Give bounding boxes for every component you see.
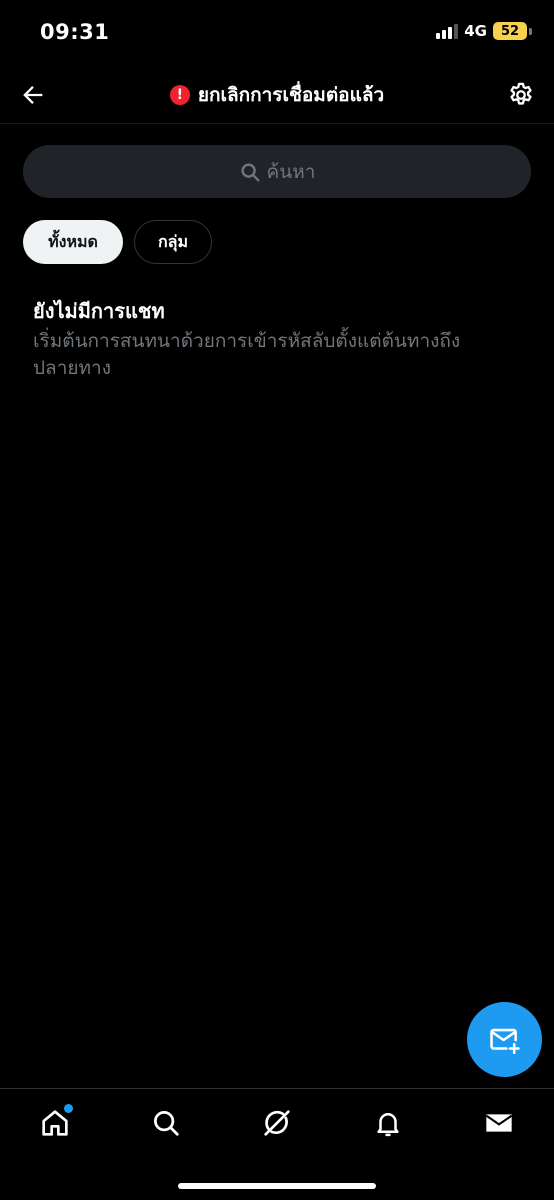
- search-input[interactable]: ค้นหา: [23, 145, 531, 198]
- search-placeholder: ค้นหา: [266, 160, 316, 183]
- search-icon: [154, 1111, 179, 1136]
- error-icon: !: [169, 85, 190, 105]
- signal-icon: [436, 23, 459, 39]
- new-message-button[interactable]: [467, 1002, 542, 1077]
- status-indicators: 4G 52: [436, 22, 532, 40]
- nav-search[interactable]: [136, 1103, 196, 1143]
- settings-button[interactable]: [502, 76, 540, 114]
- network-label: 4G: [464, 22, 487, 40]
- empty-state: ยังไม่มีการแชท เริ่มต้นการสนทนาด้วยการเข…: [33, 296, 503, 382]
- empty-state-description: เริ่มต้นการสนทนาด้วยการเข้ารหัสลับตั้งแต…: [33, 330, 461, 379]
- filter-groups[interactable]: กลุ่ม: [134, 220, 212, 264]
- nav-grok[interactable]: [247, 1103, 307, 1143]
- home-notification-dot: [64, 1104, 74, 1113]
- grok-icon: [264, 1110, 290, 1136]
- battery-cap: [529, 27, 532, 35]
- battery-level: 52: [500, 23, 520, 39]
- home-indicator[interactable]: [178, 1183, 376, 1189]
- compose-message-icon: [489, 1028, 520, 1054]
- status-time: 09:31: [40, 20, 110, 44]
- filter-chips: ทั้งหมด กลุ่ม: [23, 220, 212, 264]
- connection-status: ! ยกเลิกการเชื่อมต่อแล้ว: [0, 80, 554, 110]
- nav-home[interactable]: [25, 1103, 85, 1143]
- filter-all[interactable]: ทั้งหมด: [23, 220, 123, 264]
- top-bar: ! ยกเลิกการเชื่อมต่อแล้ว: [0, 64, 554, 124]
- gear-icon: [510, 82, 532, 105]
- status-bar: 09:31 4G 52: [0, 0, 554, 64]
- empty-state-title: ยังไม่มีการแชท: [33, 299, 165, 323]
- page-title: ยกเลิกการเชื่อมต่อแล้ว: [197, 84, 385, 106]
- search-icon: [241, 162, 259, 181]
- messages-screen: 09:31 4G 52 ! ยกเลิกการเชื่อมต่อแล้ว ค้น…: [0, 0, 554, 1200]
- bell-icon: [377, 1113, 399, 1137]
- nav-notifications[interactable]: [358, 1103, 418, 1143]
- battery-icon: 52: [493, 22, 527, 40]
- nav-messages[interactable]: [469, 1103, 529, 1143]
- mail-icon: [485, 1114, 512, 1132]
